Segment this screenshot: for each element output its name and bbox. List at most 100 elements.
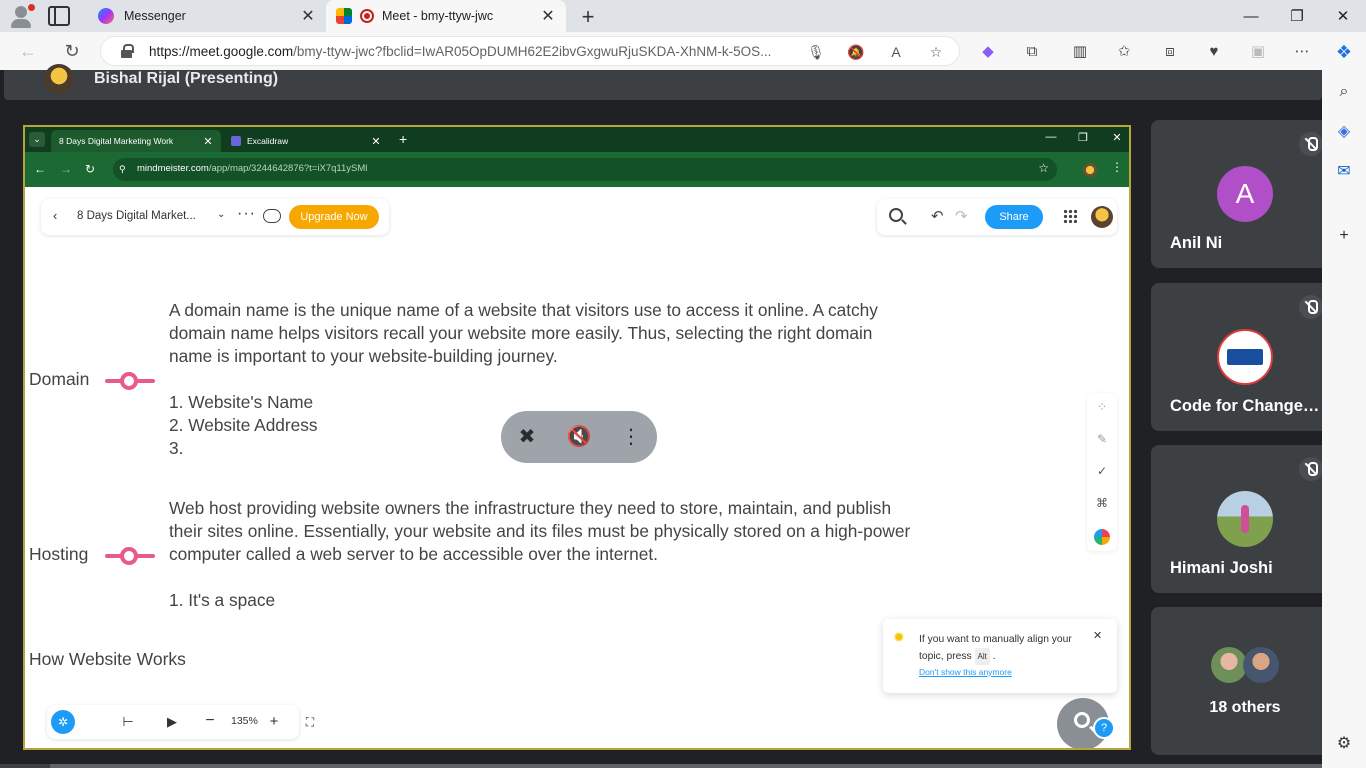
presentation-controls[interactable]: ✖ 🔇 ⋮ (501, 411, 657, 463)
shared-browser-tabs: ⌄ 8 Days Digital Marketing Work ✕ Excali… (25, 127, 1129, 748)
map-bottom-bar: ✲ ⊢ ▶ − 135% + ⛶ (47, 705, 314, 739)
bottom-scroll-strip (0, 764, 1322, 768)
forward-icon: → (60, 162, 72, 176)
kbd-key: Alt (974, 648, 990, 665)
split-screen-icon[interactable]: ▥ (1070, 42, 1090, 62)
outlook-icon[interactable]: ✉ (1334, 162, 1354, 182)
palette-icon (1094, 529, 1110, 545)
tab-label: 8 Days Digital Marketing Work (59, 136, 174, 146)
copilot-sidebar-icon[interactable]: ❖ (1334, 42, 1354, 62)
tip-message: If you want to manually align your topic… (919, 631, 1095, 665)
performance-icon[interactable]: ♥ (1204, 42, 1224, 62)
apps-grid-icon (1063, 209, 1077, 223)
presenter-name: Bishal Rijal (Presenting) (94, 70, 279, 87)
more-icon: ··· (237, 205, 256, 222)
undo-icon: ↶ (931, 208, 944, 225)
url-text[interactable]: https://meet.google.com/bmy-ttyw-jwc?fbc… (149, 44, 799, 59)
node-connector (105, 546, 155, 566)
reload-button[interactable]: ↻ (60, 40, 84, 64)
check-icon: ✓ (1096, 464, 1108, 478)
copilot-icon[interactable]: ◆ (978, 42, 998, 62)
close-tab-icon[interactable]: ✕ (300, 6, 316, 26)
profile-icon[interactable] (8, 4, 35, 28)
settings-more-icon[interactable]: ⋯ (1292, 42, 1312, 62)
mute-icon[interactable]: 🔇 (566, 424, 592, 450)
participant-name: Code for Change ... (1170, 397, 1320, 415)
excalidraw-icon (231, 136, 241, 146)
new-tab-button[interactable]: + (578, 4, 598, 30)
sidebar-settings-icon[interactable]: ⚙ (1334, 734, 1354, 754)
chevron-down-icon: ⌄ (29, 132, 45, 147)
back-icon: ← (34, 162, 46, 176)
browser-tab-meet[interactable]: Meet - bmy-ttyw-jwc ✕ (326, 0, 566, 32)
shared-url-text: mindmeister.com/app/map/3244642876?t=iX7… (137, 163, 368, 174)
note-line: name is important to your website-buildi… (169, 346, 558, 366)
tab-label: Meet - bmy-ttyw-jwc (382, 9, 494, 23)
microphone-icon[interactable]: 🎙 (807, 43, 825, 61)
zoom-in-icon: + (269, 713, 279, 730)
participant-name: Himani Joshi (1170, 559, 1273, 577)
cloud-icon (263, 209, 281, 223)
tab-label: Messenger (124, 9, 186, 23)
presenter-bar: Bishal Rijal (Presenting) (4, 64, 1322, 100)
messenger-icon (98, 8, 114, 24)
org-logo (1227, 349, 1263, 365)
structure-icon: ⁘ (1096, 400, 1108, 414)
note-hosting: Web host providing website owners the in… (169, 497, 910, 612)
add-app-icon[interactable]: + (1334, 226, 1354, 246)
note-line: domain name helps visitors recall your w… (169, 323, 873, 343)
lock-icon[interactable] (121, 44, 134, 58)
participant-tile[interactable]: A Anil Ni (1151, 120, 1322, 268)
favorite-star-icon[interactable]: ☆ (927, 43, 945, 61)
avatar (1211, 647, 1247, 683)
minimize-button[interactable]: — (1228, 0, 1274, 32)
address-bar[interactable]: https://meet.google.com/bmy-ttyw-jwc?fbc… (100, 36, 960, 66)
collections-icon[interactable]: ⧈ (1160, 42, 1180, 62)
unpin-icon[interactable]: ✖ (514, 424, 540, 450)
mic-off-icon (1299, 295, 1322, 319)
node-hosting: Hosting (29, 544, 89, 564)
restore-button[interactable]: ❐ (1274, 0, 1320, 32)
mindmeister-canvas: ‹ 8 Days Digital Market... ⌄ ··· Upgrade… (25, 187, 1129, 748)
tab-actions-icon[interactable] (48, 6, 70, 26)
chevron-down-icon: ⌄ (217, 209, 226, 220)
bookmark-star-icon: ☆ (1038, 161, 1049, 175)
shared-url-box: ⚲ mindmeister.com/app/map/3244642876?t=i… (113, 158, 1057, 181)
presenter-avatar (44, 64, 74, 94)
avatar (1243, 647, 1279, 683)
others-tile[interactable]: 18 others (1151, 607, 1322, 755)
browser-tab-messenger[interactable]: Messenger ✕ (88, 0, 326, 32)
shared-tab-excalidraw: Excalidraw ✕ (223, 130, 389, 152)
screenshot-icon[interactable]: ▣ (1248, 42, 1268, 62)
new-tab-icon: + (399, 131, 408, 147)
lightbulb-icon: ✹ (893, 629, 905, 645)
favorites-icon[interactable]: ✩ (1114, 42, 1134, 62)
participant-tile[interactable]: Code for Change ... (1151, 283, 1322, 431)
avatar: A (1217, 166, 1273, 222)
participant-tile[interactable]: Himani Joshi (1151, 445, 1322, 593)
mic-off-icon (1299, 457, 1322, 481)
meet-icon (336, 8, 352, 24)
close-window-button[interactable]: ✕ (1320, 0, 1366, 32)
extensions-icon[interactable]: ⧉ (1022, 42, 1042, 62)
back-chevron-icon: ‹ (53, 208, 58, 223)
shared-address-bar: ← → ↻ ⚲ mindmeister.com/app/map/32446428… (25, 152, 1129, 187)
shared-tab-mindmeister: 8 Days Digital Marketing Work ✕ (51, 130, 1129, 748)
mic-off-icon (1299, 132, 1322, 156)
zoom-lens-icon (1074, 712, 1090, 728)
back-button[interactable]: ← (16, 40, 40, 64)
search-icon[interactable]: ⌕ (1334, 82, 1354, 102)
tip-popup: ✹ If you want to manually align your top… (883, 619, 1117, 693)
participant-name: Anil Ni (1170, 234, 1223, 252)
browser-tab-bar: Messenger ✕ Meet - bmy-ttyw-jwc ✕ + — ❐ … (0, 0, 1366, 32)
list-item: 1. It's a space (169, 590, 276, 610)
restore-icon: ❐ (1078, 132, 1088, 144)
redo-icon: ↷ (955, 208, 968, 225)
more-options-icon[interactable]: ⋮ (618, 424, 644, 450)
shared-screen: ⌄ 8 Days Digital Marketing Work ✕ Excali… (23, 125, 1131, 750)
close-tab-icon[interactable]: ✕ (540, 6, 556, 26)
notifications-blocked-icon[interactable]: 🔕 (847, 43, 865, 61)
copilot-app-icon[interactable]: ◈ (1334, 122, 1354, 142)
connect-icon: ⌘ (1096, 496, 1108, 510)
read-aloud-icon[interactable]: A (887, 43, 905, 61)
